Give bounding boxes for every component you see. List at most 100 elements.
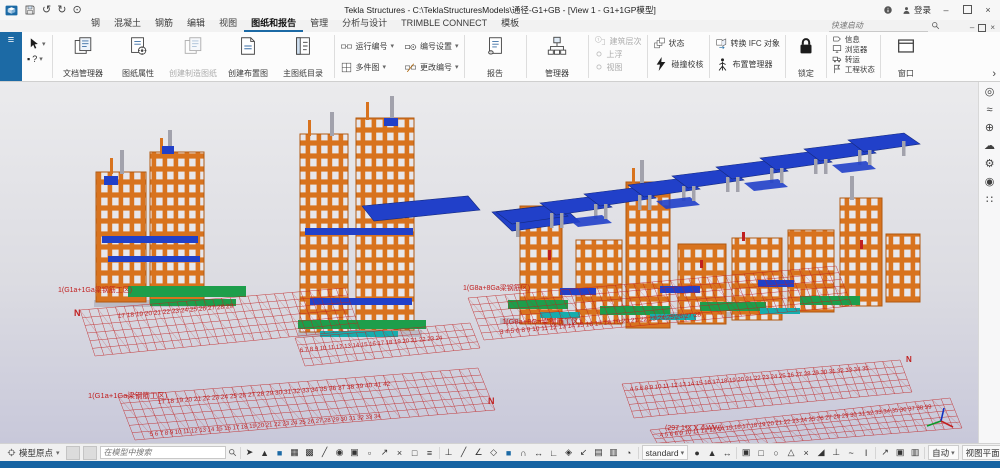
login-button[interactable]: 登录 [902, 4, 931, 16]
statusbar-icon-select-filters-3[interactable]: △ [785, 446, 797, 459]
statusbar-icon-snap-extra-1[interactable]: ▲ [706, 446, 718, 459]
tab-template[interactable]: 模板 [494, 18, 526, 32]
viewport-3d-view[interactable]: 1(G1a+1Ga梁钢筋工区) 1(G1a+1Ga梁钢筋工区) 1(G8a+8G… [0, 82, 978, 443]
create-ga-drawing-button[interactable]: 创建布置图 [221, 33, 276, 80]
multi-drawing-button[interactable]: 多件图▾ [338, 59, 397, 75]
statusbar-icon-view-extra-1[interactable]: ▣ [894, 446, 906, 459]
statusbar-dropdown-auto[interactable]: 自动▾ [928, 445, 959, 460]
convert-ifc-objects-button[interactable]: 转换 IFC 对象 [713, 35, 782, 51]
document-manager-button[interactable]: 文档管理器 [56, 33, 111, 80]
statusbar-icon-select-filters-7[interactable]: ~ [845, 446, 857, 459]
numbering-settings-button[interactable]: 编号设置▾ [402, 38, 461, 54]
mdi-minimize-button[interactable]: – [970, 23, 974, 32]
model-search[interactable] [100, 446, 237, 459]
statusbar-icon-select-filters-8[interactable]: I [860, 446, 872, 459]
chevron-down-icon[interactable]: ▾ [455, 42, 459, 50]
statusbar-icon-snap-tools-12[interactable]: ◔ [623, 446, 635, 459]
statusbar-icon-snap-tools-6[interactable]: ↔ [533, 446, 545, 459]
statusbar-icon-view-tools-7[interactable]: ▣ [349, 446, 361, 459]
undo-icon[interactable]: ↺ [42, 5, 51, 16]
statusbar-icon-snap-extra-2[interactable]: ↔ [721, 446, 733, 459]
statusbar-icon-snap-tools-8[interactable]: ◈ [563, 446, 575, 459]
minimize-button[interactable]: – [940, 5, 952, 15]
origin-mini-button[interactable] [83, 446, 97, 460]
clash-check-button[interactable]: 碰撞校核 [651, 55, 706, 73]
ribbon-expand-button[interactable]: › [992, 69, 996, 80]
origin-mini-button[interactable] [66, 446, 80, 460]
manager-button[interactable]: 管理器 [530, 33, 585, 80]
wave-icon[interactable]: ≈ [986, 105, 992, 116]
statusbar-icon-view-tools-12[interactable]: ≡ [424, 446, 436, 459]
tab-concrete[interactable]: 混凝土 [107, 18, 148, 32]
quick-launch-input[interactable] [829, 19, 928, 32]
master-drawing-catalog-button[interactable]: 主图纸目录 [276, 33, 331, 80]
tab-edit[interactable]: 编辑 [180, 18, 212, 32]
info-button[interactable]: 信息 [830, 34, 862, 44]
model-viewport[interactable]: 1(G1a+1Ga梁钢筋工区) 1(G1a+1Ga梁钢筋工区) 1(G8a+8G… [0, 82, 978, 443]
statusbar-icon-view-tools-8[interactable]: ▫ [364, 446, 376, 459]
model-search-input[interactable] [100, 446, 226, 459]
search-icon[interactable] [228, 448, 237, 457]
tab-trimble-connect[interactable]: TRIMBLE CONNECT [394, 18, 494, 32]
statusbar-icon-select-filters-5[interactable]: ◢ [815, 446, 827, 459]
select-cursor-tool[interactable]: ▾ [27, 37, 46, 50]
layout-manager-button[interactable]: 布置管理器 [713, 55, 775, 73]
statusbar-icon-snap-tools-7[interactable]: ∟ [548, 446, 560, 459]
status-button[interactable]: 状态 [651, 35, 687, 51]
cloud-icon[interactable]: ☁ [984, 141, 995, 152]
lock-button[interactable]: 锁定 [789, 33, 823, 80]
statusbar-dropdown-snap-profile[interactable]: standard▾ [642, 445, 689, 460]
statusbar-icon-view-tools-11[interactable]: □ [409, 446, 421, 459]
statusbar-icon-snap-tools-4[interactable]: ■ [503, 446, 515, 459]
tab-rebar[interactable]: 钢筋 [148, 18, 180, 32]
history-icon[interactable]: ⊙ [72, 5, 81, 16]
redo-icon[interactable]: ↻ [57, 5, 66, 16]
reports-button[interactable]: 报告 [468, 33, 523, 80]
tab-steel[interactable]: 钢 [84, 18, 107, 32]
chevron-down-icon[interactable]: ▾ [391, 42, 395, 50]
tab-analysis-design[interactable]: 分析与设计 [335, 18, 394, 32]
close-button[interactable]: × [982, 5, 994, 15]
apps-icon[interactable]: ∷ [986, 195, 993, 206]
mdi-restore-button[interactable] [978, 24, 986, 32]
quick-launch[interactable] [829, 19, 940, 32]
browser-button[interactable]: 浏览器 [830, 44, 870, 54]
statusbar-icon-select-filters-1[interactable]: □ [755, 446, 767, 459]
globe-icon[interactable]: ⊕ [985, 123, 994, 134]
statusbar-dropdown-view-plane[interactable]: 视图平面▾ [962, 445, 1000, 460]
binoculars-icon[interactable]: ◎ [985, 87, 995, 98]
tab-drawings-reports[interactable]: 图纸和报告 [244, 18, 303, 32]
statusbar-icon-snap-tools-11[interactable]: ▥ [608, 446, 620, 459]
statusbar-icon-select-filters-0[interactable]: ▣ [740, 446, 752, 459]
mdi-close-button[interactable]: × [990, 23, 995, 32]
statusbar-icon-view-tools-10[interactable]: × [394, 446, 406, 459]
window-button[interactable]: 窗口 [884, 33, 928, 80]
gear-icon[interactable]: ⚙ [985, 159, 995, 170]
statusbar-icon-view-tools-9[interactable]: ↗ [379, 446, 391, 459]
chevron-down-icon[interactable]: ▾ [383, 63, 387, 71]
statusbar-icon-snap-tools-2[interactable]: ∠ [473, 446, 485, 459]
model-origin-button[interactable]: 模型原点 ▾ [4, 446, 63, 460]
save-icon[interactable] [24, 4, 36, 16]
shipping-button[interactable]: 转运 [830, 54, 862, 64]
eye-icon[interactable]: ◉ [985, 177, 995, 188]
statusbar-icon-view-tools-1[interactable]: ▲ [259, 446, 271, 459]
maximize-button[interactable] [961, 5, 973, 16]
statusbar-icon-view-tools-6[interactable]: ◉ [334, 446, 346, 459]
statusbar-icon-select-filters-4[interactable]: × [800, 446, 812, 459]
statusbar-icon-snap-extra-0[interactable]: ● [691, 446, 703, 459]
perform-numbering-button[interactable]: 运行编号▾ [338, 38, 397, 54]
statusbar-icon-view-extra-2[interactable]: ▥ [909, 446, 921, 459]
statusbar-icon-view-extra-0[interactable]: ↗ [879, 446, 891, 459]
statusbar-icon-snap-tools-3[interactable]: ◇ [488, 446, 500, 459]
statusbar-icon-snap-tools-10[interactable]: ▤ [593, 446, 605, 459]
change-numbering-button[interactable]: 更改编号▾ [402, 59, 461, 75]
chevron-down-icon[interactable]: ▾ [455, 63, 459, 71]
statusbar-icon-view-tools-5[interactable]: ╱ [319, 446, 331, 459]
statusbar-icon-view-tools-4[interactable]: ▩ [304, 446, 316, 459]
statusbar-icon-select-filters-2[interactable]: ○ [770, 446, 782, 459]
statusbar-icon-select-filters-6[interactable]: ⊥ [830, 446, 842, 459]
drawing-properties-button[interactable]: 图纸属性 [111, 33, 166, 80]
statusbar-icon-snap-tools-0[interactable]: ⊥ [443, 446, 455, 459]
inquire-tool[interactable]: ▪? ▾ [27, 54, 46, 64]
